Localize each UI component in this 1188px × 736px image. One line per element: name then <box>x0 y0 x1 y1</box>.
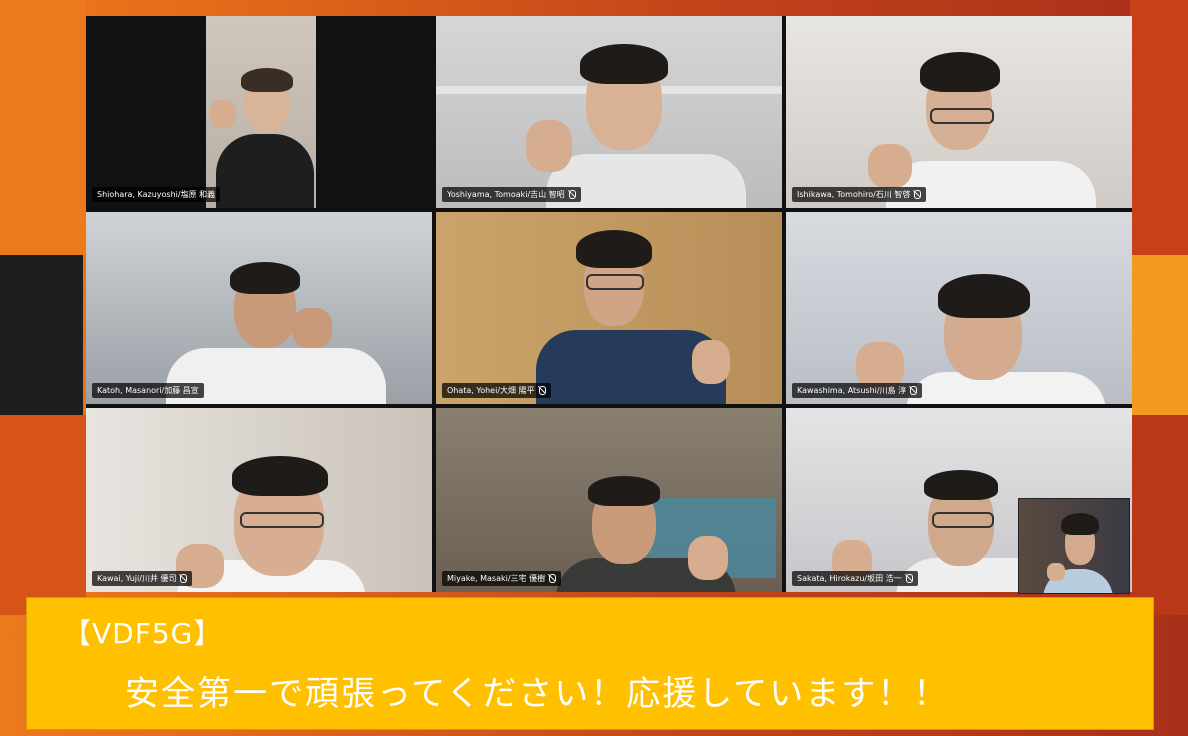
participant-name-tag: Miyake, Masaki/三宅 優樹 <box>442 571 562 586</box>
participant-name: Ohata, Yohei/大畑 陽平 <box>447 386 535 395</box>
participant-name: Miyake, Masaki/三宅 優樹 <box>447 574 546 583</box>
participant-name: Sakata, Hirokazu/坂田 浩一 <box>797 574 902 583</box>
mic-muted-icon <box>568 190 576 199</box>
mic-muted-icon <box>914 190 922 199</box>
participant-name-tag: Shiohara, Kazuyoshi/塩原 和義 <box>92 187 221 202</box>
banner-message: 安全第一で頑張ってください！応援しています！！ <box>125 674 950 714</box>
video-tile-yoshiyama[interactable]: Yoshiyama, Tomoaki/吉山 智昭 <box>436 16 782 208</box>
participant-name: Ishikawa, Tomohiro/石川 智啓 <box>797 190 911 199</box>
participant-name-tag: Katoh, Masanori/加藤 昌宣 <box>92 383 204 398</box>
message-banner: 【VDF5G】 安全第一で頑張ってください！応援しています！！ <box>26 597 1154 730</box>
background-block <box>0 415 86 615</box>
participant-name-tag: Sakata, Hirokazu/坂田 浩一 <box>792 571 918 586</box>
mic-muted-icon <box>538 386 546 395</box>
mic-muted-icon <box>549 574 557 583</box>
video-tile-katoh[interactable]: Katoh, Masanori/加藤 昌宣 <box>86 212 432 404</box>
participant-name-tag: Ishikawa, Tomohiro/石川 智啓 <box>792 187 927 202</box>
video-tile-ohata[interactable]: Ohata, Yohei/大畑 陽平 <box>436 212 782 404</box>
background-block <box>0 0 86 255</box>
mic-muted-icon <box>910 386 918 395</box>
participant-name: Shiohara, Kazuyoshi/塩原 和義 <box>97 190 216 199</box>
participant-name-tag: Kawai, Yuji/川井 優司 <box>92 571 193 586</box>
participant-name-tag: Ohata, Yohei/大畑 陽平 <box>442 383 551 398</box>
video-tile-kawai[interactable]: Kawai, Yuji/川井 優司 <box>86 408 432 592</box>
banner-tag: 【VDF5G】 <box>63 617 223 650</box>
participant-name-tag: Yoshiyama, Tomoaki/吉山 智昭 <box>442 187 581 202</box>
background-block <box>1130 0 1188 255</box>
self-view-thumbnail[interactable] <box>1018 498 1130 594</box>
background-block <box>1130 415 1188 615</box>
mic-muted-icon <box>180 574 188 583</box>
video-tile-shiohara[interactable]: Shiohara, Kazuyoshi/塩原 和義 <box>86 16 432 208</box>
participant-name: Kawai, Yuji/川井 優司 <box>97 574 177 583</box>
participant-name: Katoh, Masanori/加藤 昌宣 <box>97 386 199 395</box>
mic-muted-icon <box>905 574 913 583</box>
participant-name-tag: Kawashima, Atsushi/川島 淳 <box>792 383 923 398</box>
video-tile-miyake[interactable]: Miyake, Masaki/三宅 優樹 <box>436 408 782 592</box>
video-tile-ishikawa[interactable]: Ishikawa, Tomohiro/石川 智啓 <box>786 16 1132 208</box>
participant-name: Kawashima, Atsushi/川島 淳 <box>797 386 907 395</box>
participant-name: Yoshiyama, Tomoaki/吉山 智昭 <box>447 190 565 199</box>
video-tile-kawashima[interactable]: Kawashima, Atsushi/川島 淳 <box>786 212 1132 404</box>
video-grid: Shiohara, Kazuyoshi/塩原 和義 Yoshiyama, Tom… <box>86 16 1132 594</box>
